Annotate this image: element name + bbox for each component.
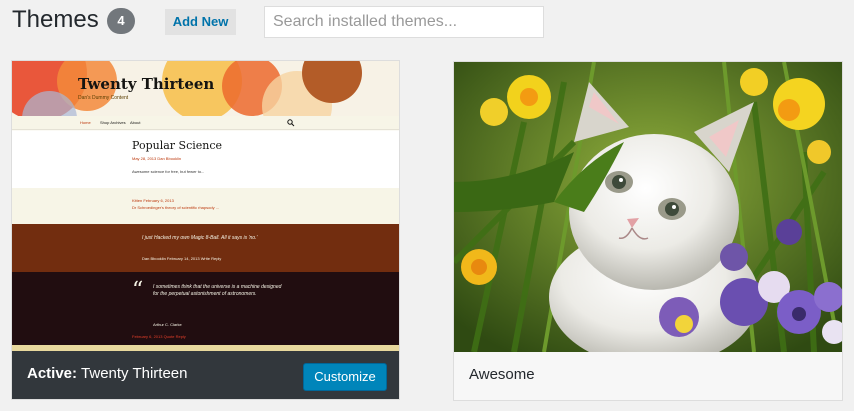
preview-nav-item: Home <box>80 120 91 125</box>
kitten-flowers-image <box>454 62 842 352</box>
preview-quote: “ I sometimes think that the universe is… <box>12 272 399 345</box>
preview-aside: Kitten February 6, 2013 Dr Schroedinger'… <box>12 188 399 224</box>
preview-post-title: Popular Science <box>132 139 223 152</box>
preview-quote-meta: February 6, 2013 Quote Reply <box>132 334 186 339</box>
preview-site-title: Twenty Thirteen <box>78 75 215 93</box>
preview-post-excerpt: Awesome science for free, but fewer to..… <box>132 169 205 174</box>
daffodil-bottom-left <box>461 249 497 285</box>
theme-name-text: Twenty Thirteen <box>81 365 188 382</box>
preview-nav-item: About <box>130 120 141 125</box>
preview-quote-text: I sometimes think that the universe is a… <box>153 284 282 297</box>
theme-screenshot[interactable]: Twenty Thirteen Dan's Dummy Content Home… <box>12 61 399 351</box>
theme-count-badge: 4 <box>107 8 135 34</box>
preview-status-text: I just Hacked my own Magic 8-Ball. All i… <box>142 235 258 241</box>
preview-status: I just Hacked my own Magic 8-Ball. All i… <box>12 224 399 272</box>
quote-icon: “ <box>132 278 144 303</box>
theme-card-awesome[interactable]: Awesome <box>453 61 843 401</box>
preview-header: Twenty Thirteen Dan's Dummy Content <box>12 61 399 116</box>
search-input[interactable] <box>264 6 544 38</box>
customize-button[interactable]: Customize <box>303 363 387 391</box>
preview-aside-text: Dr Schroedinger's theory of scientific r… <box>132 205 220 210</box>
theme-active-bar: Active: Twenty Thirteen Customize <box>12 351 399 399</box>
preview-search-icon <box>287 119 295 127</box>
preview-aside-meta: Kitten February 6, 2013 <box>132 198 174 203</box>
theme-card-twenty-thirteen[interactable]: Twenty Thirteen Dan's Dummy Content Home… <box>11 60 400 400</box>
preview-post: Popular Science May 28, 2013 Dan Bbookli… <box>12 131 399 188</box>
preview-nav-item: Shop Archives <box>100 120 126 125</box>
page-header: Themes 4 Add New <box>0 0 854 46</box>
theme-name-bar: Awesome <box>454 352 842 400</box>
twenty-thirteen-preview: Twenty Thirteen Dan's Dummy Content Home… <box>12 61 399 351</box>
preview-nav: Home Shop Archives About <box>12 116 399 130</box>
preview-status-meta: Dan Bbooklin February 14, 2013 Write Rep… <box>142 256 222 261</box>
theme-name: Active: Twenty Thirteen <box>27 365 187 382</box>
add-new-button[interactable]: Add New <box>165 9 236 35</box>
preview-post-meta: May 28, 2013 Dan Bbooklin <box>132 156 182 161</box>
theme-screenshot[interactable] <box>454 62 842 352</box>
active-label: Active: <box>27 365 78 382</box>
preview-quote-cite: Arthur C. Clarke <box>153 322 182 327</box>
page-title: Themes <box>12 6 99 33</box>
theme-name: Awesome <box>469 366 535 383</box>
preview-tagline: Dan's Dummy Content <box>78 95 129 101</box>
